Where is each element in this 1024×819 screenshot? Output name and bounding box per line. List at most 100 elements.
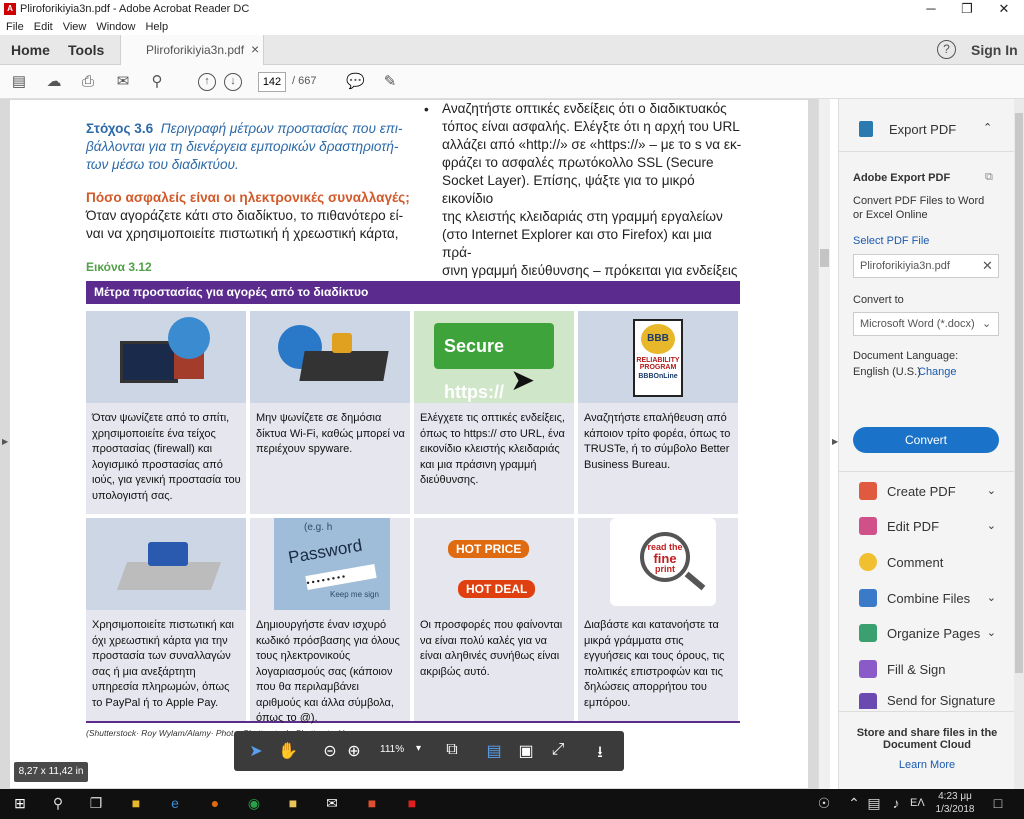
tool-comment[interactable]: Comment	[859, 550, 943, 574]
search-icon[interactable]: ⚲	[148, 73, 166, 91]
firefox-icon[interactable]: ●	[205, 795, 225, 813]
document-scrollbar[interactable]	[818, 99, 830, 789]
tab-home[interactable]: Home	[11, 42, 50, 58]
zoom-out-icon[interactable]: ⊝	[320, 741, 340, 761]
read-mode-icon[interactable]: ⭳	[590, 741, 610, 768]
floating-toolbar: ➤ ✋ ⊝ ⊕ 111% ▾ ⧉ ▤ ▣ ⤢ ⭳	[234, 731, 624, 771]
prev-page-icon[interactable]: ↑	[198, 73, 216, 91]
menu-window[interactable]: Window	[96, 21, 135, 33]
chevron-down-icon[interactable]: ⌄	[987, 591, 996, 604]
email-icon[interactable]: ✉	[114, 73, 132, 91]
sign-in-link[interactable]: Sign In	[971, 42, 1018, 58]
zoom-in-icon[interactable]: ⊕	[344, 741, 364, 761]
grid-cell: BBB RELIABILITY PROGRAM BBBOnLine Αναζητ…	[578, 311, 738, 514]
menu-edit[interactable]: Edit	[34, 21, 53, 33]
convert-button[interactable]: Convert	[853, 427, 999, 453]
menu-help[interactable]: Help	[145, 21, 168, 33]
selected-file-field[interactable]: Pliroforikiyia3n.pdf ✕	[853, 254, 999, 278]
right-line: (στο Internet Explorer και στο Firefox) …	[442, 227, 712, 260]
folder-icon[interactable]: ■	[283, 795, 303, 813]
menu-view[interactable]: View	[63, 21, 87, 33]
page-total: / 667	[292, 75, 317, 87]
upload-cloud-icon[interactable]: ☁	[45, 73, 63, 91]
save-icon[interactable]: ▤	[10, 73, 28, 91]
tool-send-for-signature[interactable]: Send for Signature	[859, 693, 995, 709]
left-expand-icon[interactable]: ▶	[2, 437, 8, 446]
hand-tool-icon[interactable]: ✋	[278, 741, 298, 761]
copy-icon[interactable]: ⧉	[985, 171, 993, 184]
hot-price-image: HOT PRICE HOT DEAL	[414, 518, 574, 610]
chevron-down-icon[interactable]: ⌄	[987, 484, 996, 497]
file-explorer-icon[interactable]: ■	[126, 795, 146, 813]
notifications-icon[interactable]: □	[988, 795, 1008, 813]
task-view-icon[interactable]: ❐	[86, 795, 106, 813]
change-language-link[interactable]: Change	[918, 366, 957, 378]
password-text: Password	[286, 535, 364, 568]
next-page-icon[interactable]: ↓	[224, 73, 242, 91]
maximize-button[interactable]: ❐	[949, 0, 985, 18]
volume-icon[interactable]: ♪	[886, 795, 906, 813]
comment-icon[interactable]: 💬	[346, 73, 365, 91]
tab-document[interactable]: Pliroforikiyia3n.pdf ×	[120, 35, 264, 65]
objective-number: Στόχος 3.6	[86, 121, 154, 136]
tab-tools[interactable]: Tools	[68, 42, 104, 58]
credit-card-laptop-image	[86, 518, 246, 610]
acrobat-taskbar-icon[interactable]: ■	[402, 795, 422, 813]
office-app-icon[interactable]: ■	[362, 795, 382, 813]
language-indicator[interactable]: ΕΛ	[910, 797, 925, 809]
tray-chevron-icon[interactable]: ⌃	[844, 795, 864, 813]
select-cursor-icon[interactable]: ➤	[246, 741, 266, 761]
menu-file[interactable]: File	[6, 21, 24, 33]
export-pdf-title[interactable]: Export PDF	[889, 122, 956, 137]
mail-icon[interactable]: ✉	[322, 795, 342, 813]
scrollbar-thumb[interactable]	[1015, 113, 1023, 673]
chevron-up-icon[interactable]: ⌃	[983, 121, 992, 134]
clock-time[interactable]: 4:23 μμ	[930, 791, 980, 802]
page-number-input[interactable]	[258, 72, 286, 92]
convert-to-value: Microsoft Word (*.docx)	[860, 318, 975, 330]
zoom-dropdown-icon[interactable]: ▾	[416, 743, 421, 754]
tool-edit-pdf[interactable]: Edit PDF	[859, 514, 939, 538]
cell-text: Ελέγχετε τις οπτικές ενδείξεις, όπως το …	[420, 412, 565, 486]
tool-label: Edit PDF	[887, 518, 940, 534]
chevron-down-icon[interactable]: ⌄	[987, 519, 996, 532]
clear-file-icon[interactable]: ✕	[982, 258, 993, 274]
menu-bar: File Edit View Window Help	[0, 18, 1024, 35]
tool-fill-sign[interactable]: Fill & Sign	[859, 657, 946, 681]
grid-cell: Secure https:// ➤ Ελέγχετε τις οπτικές ε…	[414, 311, 574, 514]
tool-combine-files[interactable]: Combine Files	[859, 586, 970, 610]
create-pdf-icon	[859, 482, 877, 500]
minimize-button[interactable]: ─	[913, 0, 949, 18]
right-paragraph: Αναζητήστε οπτικές ενδείξεις ότι ο διαδι…	[442, 100, 742, 280]
bbb-line: RELIABILITY	[636, 357, 680, 364]
full-screen-icon[interactable]: ⤢	[548, 741, 568, 759]
search-icon[interactable]: ⚲	[48, 795, 68, 813]
windows-start-icon[interactable]: ⊞	[10, 795, 30, 813]
print-icon[interactable]: ⎙	[79, 73, 97, 91]
internet-explorer-icon[interactable]: e	[165, 795, 185, 813]
edit-pdf-icon	[859, 517, 877, 535]
acrobat-app-icon: A	[4, 3, 16, 15]
panel-scrollbar[interactable]	[1014, 99, 1024, 789]
tab-close-icon[interactable]: ×	[251, 41, 259, 57]
cell-text: Οι προσφορές που φαίνονται να είναι πολύ…	[420, 619, 563, 678]
convert-to-select[interactable]: Microsoft Word (*.docx) ⌄	[853, 312, 999, 336]
zoom-level[interactable]: 111%	[380, 744, 404, 755]
page-fit-icon[interactable]: ⧉	[442, 741, 462, 759]
scrollbar-thumb[interactable]	[820, 249, 829, 267]
scroll-mode-icon[interactable]: ▤	[484, 741, 504, 761]
clock-date[interactable]: 1/3/2018	[930, 804, 980, 815]
people-icon[interactable]: ☉	[814, 795, 834, 813]
help-icon[interactable]: ?	[937, 40, 956, 59]
learn-more-link[interactable]: Learn More	[839, 759, 1015, 771]
highlight-pen-icon[interactable]: ✎	[381, 73, 399, 91]
network-icon[interactable]: ▤	[864, 795, 884, 813]
tool-organize-pages[interactable]: Organize Pages	[859, 621, 980, 645]
chrome-icon[interactable]: ◉	[244, 795, 264, 813]
cell-text: Δημιουργήστε έναν ισχυρό κωδικό πρόσβαση…	[256, 619, 400, 724]
tool-create-pdf[interactable]: Create PDF	[859, 479, 956, 503]
close-button[interactable]: ✕	[986, 0, 1022, 18]
bbb-line: BBBOnLine	[638, 373, 678, 380]
chevron-down-icon[interactable]: ⌄	[987, 626, 996, 639]
fit-page-icon[interactable]: ▣	[516, 741, 536, 761]
